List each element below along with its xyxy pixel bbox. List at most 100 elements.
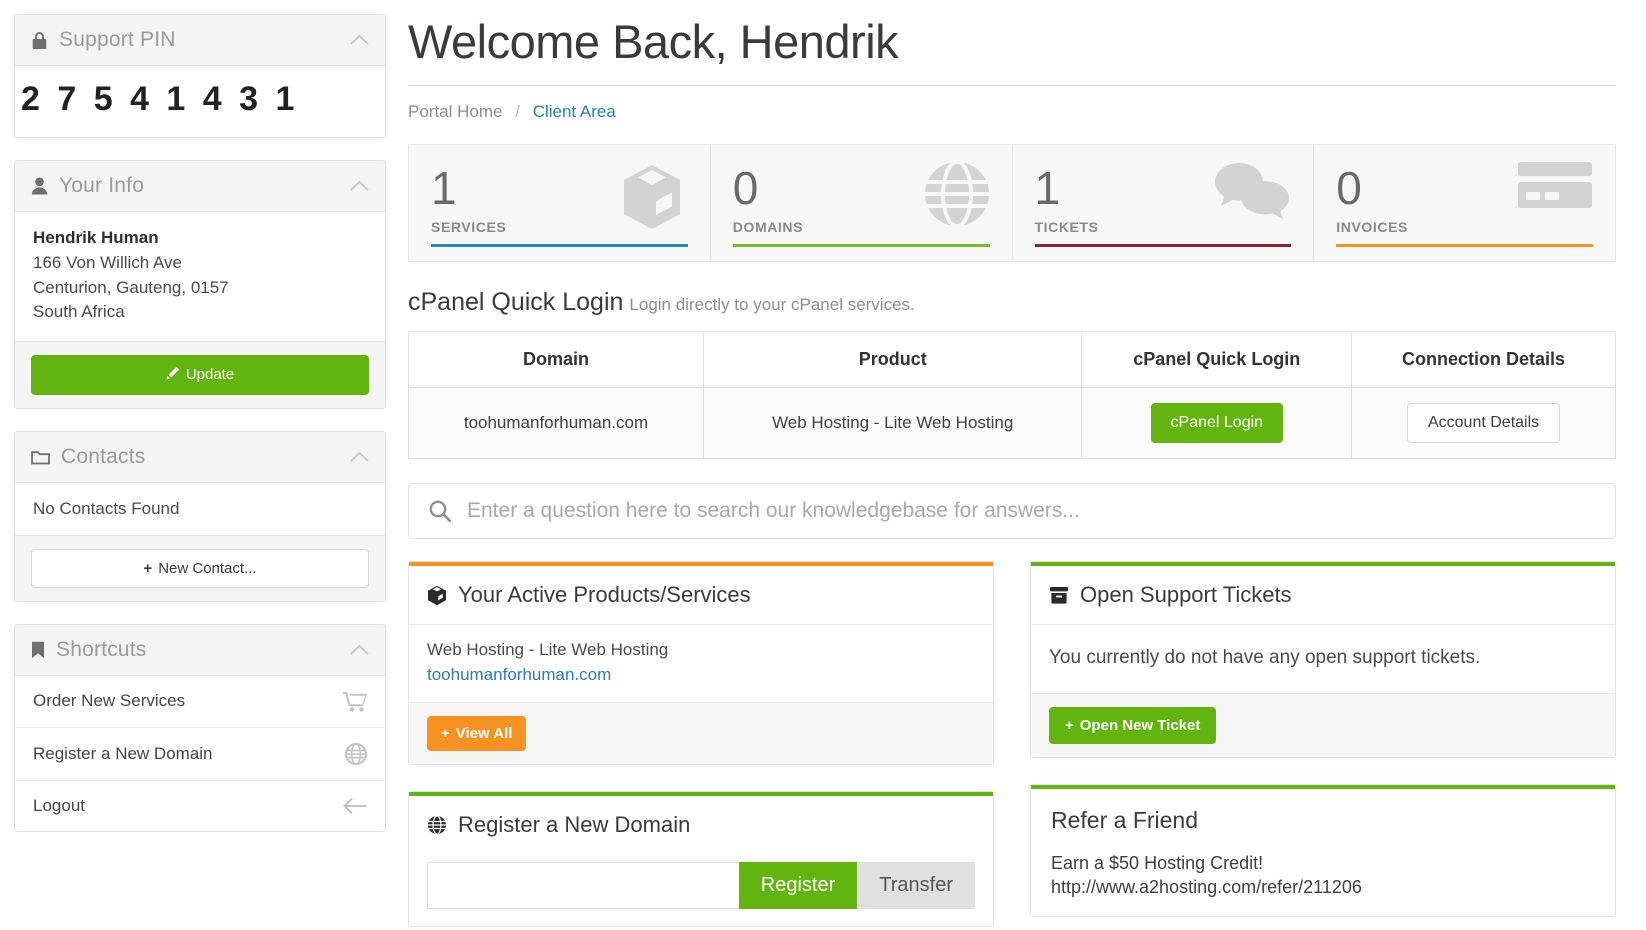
contacts-footer: + New Contact... xyxy=(15,534,385,601)
stat-accent-bar xyxy=(1034,243,1292,247)
service-product-name: Web Hosting - Lite Web Hosting xyxy=(427,639,669,659)
box-icon xyxy=(616,161,688,238)
page-title: Welcome Back, Hendrik xyxy=(408,14,1616,86)
archive-icon xyxy=(1049,586,1069,604)
cpanel-section-title: cPanel Quick Login Login directly to your… xyxy=(408,262,1616,331)
user-icon xyxy=(31,177,48,195)
sidebar-item-logout[interactable]: Logout xyxy=(15,781,385,831)
chevron-up-icon[interactable] xyxy=(350,180,369,192)
cpanel-login-button[interactable]: cPanel Login xyxy=(1150,402,1284,443)
contacts-header[interactable]: Contacts xyxy=(15,431,385,483)
cell-connection-details: Account Details xyxy=(1351,386,1616,459)
new-contact-button[interactable]: + New Contact... xyxy=(31,548,369,588)
breadcrumb-portal-home[interactable]: Portal Home xyxy=(408,102,502,121)
shortcut-label: Register a New Domain xyxy=(33,743,213,763)
breadcrumb-client-area[interactable]: Client Area xyxy=(533,102,616,121)
shortcut-label: Logout xyxy=(33,795,85,815)
column-header-product: Product xyxy=(702,330,1083,388)
your-info-footer: Update xyxy=(15,340,385,408)
shortcuts-list: Order New Services Register a New Domain… xyxy=(15,676,385,831)
shortcuts-header[interactable]: Shortcuts xyxy=(15,624,385,676)
stat-accent-bar xyxy=(431,243,688,247)
chevron-up-icon[interactable] xyxy=(350,644,369,656)
register-domain-title: Register a New Domain xyxy=(458,811,691,837)
cell-domain: toohumanforhuman.com xyxy=(408,386,704,459)
client-area-page: Support PIN 2 7 5 4 1 4 3 1 Your Info He… xyxy=(0,0,1646,930)
refer-friend-body: Earn a $50 Hosting Credit! http://www.a2… xyxy=(1031,840,1615,916)
cpanel-subheading: Login directly to your cPanel services. xyxy=(629,294,915,314)
column-header-connection-details: Connection Details xyxy=(1351,330,1616,388)
column-header-domain: Domain xyxy=(408,330,704,388)
address-line-2: Centurion, Gauteng, 0157 xyxy=(33,277,229,297)
contacts-title: Contacts xyxy=(61,444,146,468)
chevron-up-icon[interactable] xyxy=(350,451,369,463)
right-column: Open Support Tickets You currently do no… xyxy=(1030,560,1616,930)
active-services-footer: + View All xyxy=(409,701,993,764)
sidebar-item-order-new-services[interactable]: Order New Services xyxy=(15,676,385,728)
chat-icon xyxy=(1213,161,1291,224)
support-tickets-title: Open Support Tickets xyxy=(1080,581,1292,607)
pencil-icon xyxy=(166,366,180,384)
plus-icon: + xyxy=(143,559,153,577)
search-input[interactable] xyxy=(467,498,1595,523)
shortcuts-title: Shortcuts xyxy=(56,637,147,661)
globe-icon xyxy=(924,160,990,232)
view-all-services-button[interactable]: + View All xyxy=(427,715,527,751)
support-pin-value: 2 7 5 4 1 4 3 1 xyxy=(21,80,299,118)
cell-product: Web Hosting - Lite Web Hosting xyxy=(702,386,1083,459)
support-tickets-empty-message: You currently do not have any open suppo… xyxy=(1049,646,1481,668)
active-services-title: Your Active Products/Services xyxy=(458,581,751,607)
view-all-label: View All xyxy=(455,724,513,742)
sidebar-item-register-new-domain[interactable]: Register a New Domain xyxy=(15,728,385,781)
stat-card-tickets[interactable]: 1 TICKETS xyxy=(1013,145,1315,261)
register-tab[interactable]: Register xyxy=(738,861,858,909)
plus-icon: + xyxy=(1065,716,1074,734)
breadcrumb-separator: / xyxy=(515,102,520,121)
folder-icon xyxy=(31,449,50,465)
stat-card-domains[interactable]: 0 DOMAINS xyxy=(711,145,1013,261)
support-tickets-footer: + Open New Ticket xyxy=(1031,692,1615,757)
update-button-label: Update xyxy=(185,366,235,384)
refer-credit-text: Earn a $50 Hosting Credit! xyxy=(1051,852,1264,873)
address-line-1: 166 Von Willich Ave xyxy=(33,253,182,272)
register-domain-card: Register a New Domain Register Transfer xyxy=(408,790,994,927)
address-country: South Africa xyxy=(33,302,125,322)
open-new-ticket-button[interactable]: + Open New Ticket xyxy=(1049,706,1217,744)
stats-row: 1 SERVICES 0 DOMAINS 1 TICKETS 0 INVOICE… xyxy=(408,144,1616,262)
cell-cpanel-login: cPanel Login xyxy=(1081,386,1353,459)
sidebar: Support PIN 2 7 5 4 1 4 3 1 Your Info He… xyxy=(0,0,400,930)
update-button[interactable]: Update xyxy=(31,354,369,395)
shortcut-label: Order New Services xyxy=(33,691,186,711)
domain-input[interactable] xyxy=(427,861,739,909)
refer-friend-title: Refer a Friend xyxy=(1051,806,1199,833)
support-tickets-header: Open Support Tickets xyxy=(1031,566,1615,625)
new-contact-button-label: New Contact... xyxy=(158,559,257,577)
table-header-row: Domain Product cPanel Quick Login Connec… xyxy=(408,330,1616,388)
refer-link-text[interactable]: http://www.a2hosting.com/refer/211206 xyxy=(1051,877,1595,898)
open-new-ticket-label: Open New Ticket xyxy=(1079,716,1201,734)
globe-icon xyxy=(345,742,367,765)
support-pin-header[interactable]: Support PIN xyxy=(15,15,385,66)
your-info-header[interactable]: Your Info xyxy=(15,161,385,212)
domain-search-row: Register Transfer xyxy=(427,861,975,909)
account-details-button[interactable]: Account Details xyxy=(1406,402,1561,443)
left-column: Your Active Products/Services Web Hostin… xyxy=(408,560,994,930)
your-info-panel: Your Info Hendrik Human 166 Von Willich … xyxy=(14,160,386,409)
knowledgebase-search[interactable] xyxy=(408,482,1616,539)
chevron-up-icon[interactable] xyxy=(350,34,369,46)
stat-card-invoices[interactable]: 0 INVOICES xyxy=(1314,145,1615,261)
breadcrumb: Portal Home / Client Area xyxy=(408,86,1616,144)
contacts-panel: Contacts No Contacts Found + New Contact… xyxy=(14,430,386,602)
your-info-title: Your Info xyxy=(59,174,145,197)
service-domain-link[interactable]: toohumanforhuman.com xyxy=(427,665,975,685)
register-domain-body: Register Transfer xyxy=(409,854,993,926)
main-content: Welcome Back, Hendrik Portal Home / Clie… xyxy=(400,0,1646,930)
stat-accent-bar xyxy=(732,243,990,247)
lock-icon xyxy=(31,31,48,50)
globe-icon xyxy=(427,815,447,835)
active-services-body: Web Hosting - Lite Web Hosting toohumanf… xyxy=(409,625,993,702)
table-row: toohumanforhuman.com Web Hosting - Lite … xyxy=(408,386,1616,459)
stat-card-services[interactable]: 1 SERVICES xyxy=(409,145,711,261)
transfer-tab[interactable]: Transfer xyxy=(857,861,975,909)
register-domain-header: Register a New Domain xyxy=(409,796,993,854)
